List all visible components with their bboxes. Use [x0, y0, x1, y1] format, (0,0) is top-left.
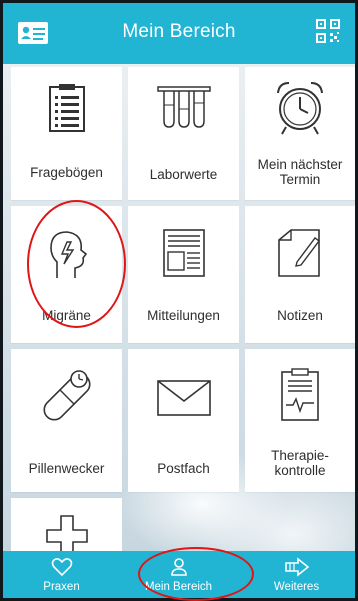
- tile-label: Fragebögen: [30, 165, 103, 180]
- bottom-navigation: Praxen Mein Bereich Weiteres: [3, 547, 355, 601]
- page-title: Mein Bereich: [122, 21, 236, 42]
- tile-label: Laborwerte: [149, 167, 218, 182]
- nav-label: Mein Bereich: [144, 581, 213, 593]
- qr-code-icon[interactable]: [315, 17, 341, 47]
- nav-label: Weiteres: [273, 581, 320, 593]
- tile-label: Therapie-kontrolle: [271, 448, 329, 478]
- therapy-control-icon: [281, 368, 319, 421]
- tile-pillenwecker[interactable]: Pillenwecker: [11, 349, 122, 492]
- tile-laborwerte[interactable]: Laborwerte: [128, 67, 239, 200]
- arrow-right-icon: [284, 557, 309, 577]
- alarm-clock-icon: [277, 82, 323, 135]
- notes-pencil-icon: [278, 229, 320, 277]
- tile-label: Mitteilungen: [147, 308, 220, 323]
- main-content: Fragebögen Laborwerte Mein nächster Term…: [3, 64, 355, 551]
- add-plus-icon: [45, 515, 88, 551]
- pill-alarm-icon: [42, 370, 91, 421]
- tile-mitteilungen[interactable]: Mitteilungen: [128, 206, 239, 343]
- newspaper-icon: [162, 229, 205, 277]
- migraine-head-icon: [49, 231, 87, 278]
- heart-icon: [51, 558, 72, 577]
- nav-item-mein-bereich[interactable]: Mein Bereich: [120, 551, 237, 598]
- tile-notizen[interactable]: Notizen: [245, 206, 355, 343]
- tile-postfach[interactable]: Postfach: [128, 349, 239, 492]
- nav-item-weiteres[interactable]: Weiteres: [238, 551, 355, 598]
- tile-frageboegen[interactable]: Fragebögen: [11, 67, 122, 200]
- questionnaire-icon: [48, 84, 85, 132]
- tile-label: Notizen: [277, 308, 323, 323]
- tile-label: Postfach: [157, 461, 210, 476]
- tile-add[interactable]: [11, 498, 122, 551]
- nav-item-praxen[interactable]: Praxen: [3, 551, 120, 598]
- tile-migraene[interactable]: Migräne: [11, 206, 122, 343]
- test-tubes-icon: [156, 86, 211, 128]
- envelope-icon: [156, 380, 211, 416]
- tile-therapiekontrolle[interactable]: Therapie-kontrolle: [245, 349, 355, 492]
- tile-label: Mein nächster Termin: [257, 157, 343, 187]
- tile-grid: Fragebögen Laborwerte Mein nächster Term…: [3, 64, 355, 551]
- nav-label: Praxen: [43, 581, 80, 593]
- user-icon: [170, 558, 187, 576]
- top-bar: Mein Bereich: [3, 3, 355, 64]
- tile-label: Pillenwecker: [28, 461, 105, 476]
- tile-label: Migräne: [42, 308, 91, 323]
- tile-naechster-termin[interactable]: Mein nächster Termin: [245, 67, 355, 200]
